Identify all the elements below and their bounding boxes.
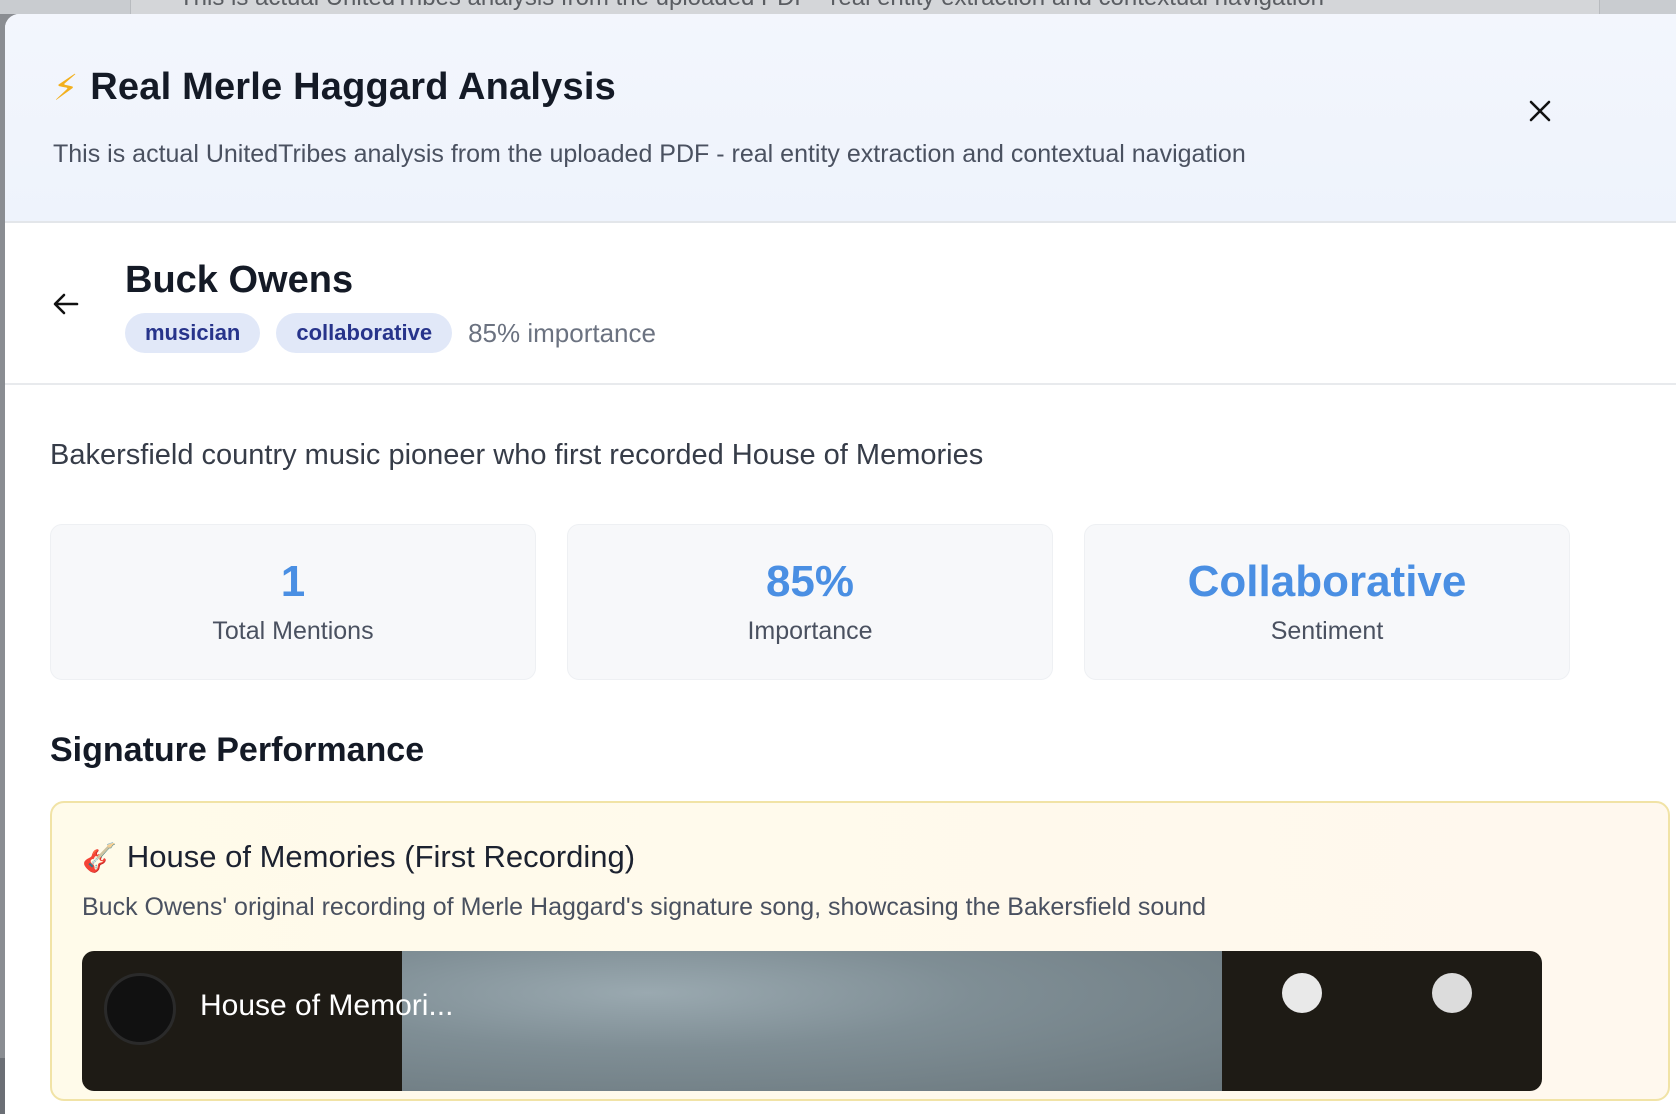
entity-name: Buck Owens <box>125 259 354 301</box>
video-player[interactable]: House of Memori... <box>82 951 1542 1091</box>
video-thumbnail[interactable] <box>402 951 1222 1091</box>
clock-icon[interactable] <box>1282 973 1322 1013</box>
stat-card-sentiment: Collaborative Sentiment <box>1084 524 1570 680</box>
tag-collaborative: collaborative <box>276 313 453 353</box>
background-text: This is actual UnitedTribes analysis fro… <box>179 0 1324 12</box>
background-page: This is actual UnitedTribes analysis fro… <box>0 0 1676 14</box>
importance-text: 85% importance <box>468 317 656 348</box>
guitar-icon: 🎸 <box>82 841 117 873</box>
stat-label: Total Mentions <box>212 616 374 645</box>
close-icon[interactable] <box>1525 96 1555 126</box>
stat-label: Importance <box>747 616 873 645</box>
lightning-bolt-icon: ⚡ <box>53 66 79 108</box>
stat-value: 1 <box>280 557 306 607</box>
performance-title-row: 🎸 House of Memories (First Recording) <box>82 839 635 875</box>
modal-header: ⚡ Real Merle Haggard Analysis This is ac… <box>5 14 1676 223</box>
entity-description: Bakersfield country music pioneer who fi… <box>50 439 984 471</box>
performance-title: House of Memories (First Recording) <box>126 839 636 874</box>
modal-title-row: ⚡ Real Merle Haggard Analysis <box>53 66 616 109</box>
stat-card-importance: 85% Importance <box>567 524 1053 680</box>
modal-subtitle: This is actual UnitedTribes analysis fro… <box>53 140 1246 168</box>
stat-value: Collaborative <box>1187 557 1467 607</box>
stats-row: 1 Total Mentions 85% Importance Collabor… <box>50 524 1570 680</box>
modal-title: Real Merle Haggard Analysis <box>90 66 616 108</box>
section-title: Signature Performance <box>50 731 425 769</box>
stat-value: 85% <box>765 557 855 607</box>
entity-header: Buck Owens musician collaborative 85% im… <box>5 223 1676 385</box>
stat-card-mentions: 1 Total Mentions <box>50 524 536 680</box>
performance-description: Buck Owens' original recording of Merle … <box>82 893 1207 921</box>
stat-label: Sentiment <box>1270 616 1384 645</box>
channel-avatar[interactable] <box>104 973 176 1045</box>
close-button[interactable] <box>1525 96 1555 126</box>
tag-musician: musician <box>125 313 261 353</box>
share-icon[interactable] <box>1432 973 1472 1013</box>
entity-tags: musician collaborative 85% importance <box>125 313 656 353</box>
background-card: This is actual UnitedTribes analysis fro… <box>130 0 1600 14</box>
arrow-left-icon[interactable] <box>49 287 83 321</box>
video-title[interactable]: House of Memori... <box>200 989 453 1023</box>
signature-performance-card: 🎸 House of Memories (First Recording) Bu… <box>50 801 1670 1101</box>
analysis-modal: ⚡ Real Merle Haggard Analysis This is ac… <box>5 14 1676 1114</box>
back-button[interactable] <box>49 287 83 321</box>
